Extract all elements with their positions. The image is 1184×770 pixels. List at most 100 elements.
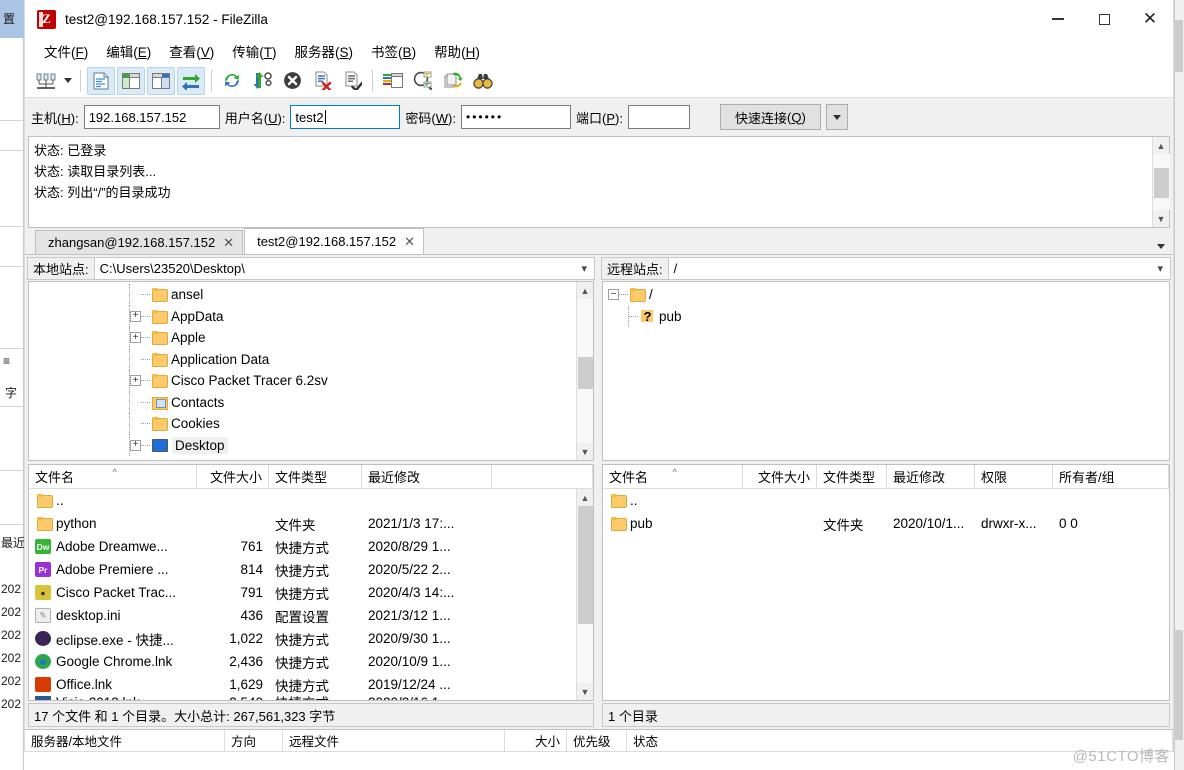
local-file-rows[interactable]: .. python 文件夹 2021/1/3 17:... Dw Adobe D… (29, 489, 576, 700)
table-row[interactable]: Office.lnk 1,629 快捷方式 2019/12/24 ... (29, 673, 576, 696)
reconnect-icon[interactable] (338, 67, 366, 95)
queue-column-remote-file[interactable]: 远程文件 (283, 730, 505, 751)
tree-item-ansel[interactable]: ansel (29, 284, 576, 306)
scroll-track[interactable] (576, 506, 593, 683)
tab-zhangsan[interactable]: zhangsan@192.168.157.152 ✕ (35, 230, 244, 254)
close-icon[interactable]: ✕ (404, 234, 415, 250)
column-header-owner-group[interactable]: 所有者/组 (1053, 465, 1169, 488)
scroll-track[interactable] (576, 299, 593, 443)
toggle-local-tree-icon[interactable] (117, 66, 145, 95)
tree-item-desktop[interactable]: + Desktop (29, 434, 576, 456)
chevron-down-icon[interactable]: ▾ (581, 262, 587, 275)
filter-icon[interactable] (379, 67, 407, 95)
local-file-list-scrollbar[interactable]: ▲ ▼ (576, 489, 593, 700)
tree-item-application-data[interactable]: Application Data (29, 348, 576, 370)
quickconnect-history-dropdown[interactable] (825, 104, 848, 130)
username-input[interactable]: test2 (290, 105, 401, 129)
table-row[interactable]: Pr Adobe Premiere ... 814 快捷方式 2020/5/22 … (29, 558, 576, 581)
scroll-thumb[interactable] (577, 357, 593, 389)
menu-item-edit[interactable]: 编辑(E) (97, 38, 160, 64)
scroll-down-icon[interactable]: ▼ (577, 443, 594, 460)
expand-plus-icon[interactable]: + (130, 375, 141, 387)
message-log-content[interactable]: 状态: 已登录 状态: 读取目录列表... 状态: 列出“/”的目录成功 (29, 137, 1152, 227)
close-icon[interactable]: ✕ (223, 235, 234, 251)
expand-plus-icon[interactable]: + (130, 439, 141, 451)
tree-item-apple[interactable]: + Apple (29, 327, 576, 349)
table-row[interactable]: pub 文件夹 2020/10/1... drwxr-x... 0 0 (603, 512, 1169, 535)
column-header-filetype[interactable]: 文件类型 (817, 465, 887, 488)
remote-directory-tree[interactable]: − / ? pub (602, 281, 1170, 461)
queue-column-server-local-file[interactable]: 服务器/本地文件 (25, 730, 225, 751)
menu-item-file[interactable]: 文件(F) (35, 38, 97, 64)
column-header-filesize[interactable]: 文件大小 (197, 465, 269, 488)
column-header-filesize[interactable]: 文件大小 (743, 465, 817, 488)
queue-column-direction[interactable]: 方向 (225, 730, 283, 751)
scroll-up-icon[interactable]: ▲ (577, 282, 594, 299)
scroll-down-icon[interactable]: ▼ (1153, 210, 1170, 227)
table-row[interactable]: Google Chrome.lnk 2,436 快捷方式 2020/10/9 1… (29, 650, 576, 673)
column-header-filename[interactable]: 文件名 ^ (29, 465, 197, 488)
tree-item-cookies[interactable]: Cookies (29, 413, 576, 435)
expand-plus-icon[interactable]: + (130, 310, 141, 322)
local-path-combo[interactable]: C:\Users\23520\Desktop\ ▾ (94, 256, 595, 280)
menu-item-transfer[interactable]: 传输(T) (223, 38, 285, 64)
site-manager-icon[interactable] (32, 67, 60, 95)
host-input[interactable]: 192.168.157.152 (83, 105, 220, 129)
expand-plus-icon[interactable]: + (130, 332, 141, 344)
search-remote-files-icon[interactable] (469, 67, 497, 95)
quickconnect-button[interactable]: 快速连接(Q) (719, 104, 821, 130)
table-row[interactable]: python 文件夹 2021/1/3 17:... (29, 512, 576, 535)
menu-item-view[interactable]: 查看(V) (160, 38, 223, 64)
message-log-scrollbar[interactable]: ▲ ▼ (1152, 137, 1170, 227)
background-scrollbar-thumb-2[interactable] (1174, 630, 1183, 740)
local-directory-tree[interactable]: ansel + AppData + Apple Application Data… (28, 281, 594, 461)
background-scrollbar-thumb[interactable] (1174, 20, 1183, 72)
column-header-permissions[interactable]: 权限 (975, 465, 1053, 488)
scroll-up-icon[interactable]: ▲ (577, 489, 594, 506)
collapse-minus-icon[interactable]: − (608, 289, 619, 301)
column-header-modified[interactable]: 最近修改 (887, 465, 975, 488)
local-file-list[interactable]: 文件名 ^ 文件大小 文件类型 最近修改 .. python 文件夹 2021/… (28, 464, 594, 701)
table-row[interactable]: ✎ desktop.ini 436 配置设置 2021/3/12 1... (29, 604, 576, 627)
scroll-track[interactable] (1152, 154, 1170, 210)
port-input[interactable] (627, 105, 690, 129)
close-button[interactable]: ✕ (1127, 0, 1173, 38)
scroll-up-icon[interactable]: ▲ (1153, 137, 1170, 154)
column-header-modified[interactable]: 最近修改 (362, 465, 492, 488)
disconnect-icon[interactable] (308, 67, 336, 95)
remote-file-rows[interactable]: .. pub 文件夹 2020/10/1... drwxr-x... 0 0 (603, 489, 1169, 700)
tree-item-cisco-packet-tracer[interactable]: + Cisco Packet Tracer 6.2sv (29, 370, 576, 392)
scroll-thumb[interactable] (577, 506, 593, 624)
local-tree-scrollbar[interactable]: ▲ ▼ (576, 282, 593, 460)
refresh-icon[interactable] (218, 67, 246, 95)
minimize-button[interactable] (1035, 0, 1081, 38)
tree-item-root[interactable]: − / (608, 284, 1169, 306)
column-header-filetype[interactable]: 文件类型 (269, 465, 362, 488)
column-header-filler[interactable] (492, 465, 593, 488)
chevron-down-icon[interactable]: ▾ (1157, 262, 1163, 275)
remote-path-combo[interactable]: / ▾ (668, 256, 1171, 280)
background-scrollbar[interactable] (1174, 0, 1184, 770)
password-input[interactable]: •••••• (461, 105, 571, 129)
table-row[interactable]: ● Cisco Packet Trac... 791 快捷方式 2020/4/3 … (29, 581, 576, 604)
toggle-message-log-icon[interactable] (87, 66, 115, 95)
column-header-filename[interactable]: 文件名 ^ (603, 465, 743, 488)
toggle-remote-tree-icon[interactable] (147, 66, 175, 95)
remote-tree-rows[interactable]: − / ? pub (603, 282, 1169, 460)
cancel-operation-icon[interactable] (278, 67, 306, 95)
tab-test2[interactable]: test2@192.168.157.152 ✕ (244, 228, 424, 254)
toggle-transfer-queue-icon[interactable] (177, 66, 205, 95)
menu-item-bookmarks[interactable]: 书签(B) (362, 38, 425, 64)
process-queue-icon[interactable] (248, 67, 276, 95)
queue-column-priority[interactable]: 优先级 (567, 730, 627, 751)
tree-item-pub[interactable]: ? pub (608, 305, 1169, 327)
table-row[interactable]: Dw Adobe Dreamwe... 761 快捷方式 2020/8/29 1.… (29, 535, 576, 558)
queue-column-size[interactable]: 大小 (505, 730, 567, 751)
menu-item-help[interactable]: 帮助(H) (425, 38, 489, 64)
tab-list-dropdown[interactable] (1157, 244, 1165, 249)
tree-item-contacts[interactable]: Contacts (29, 391, 576, 413)
synchronized-browsing-icon[interactable] (439, 67, 467, 95)
table-row[interactable]: eclipse.exe - 快捷... 1,022 快捷方式 2020/9/30… (29, 627, 576, 650)
directory-compare-icon[interactable] (409, 67, 437, 95)
scroll-thumb[interactable] (1153, 168, 1169, 198)
